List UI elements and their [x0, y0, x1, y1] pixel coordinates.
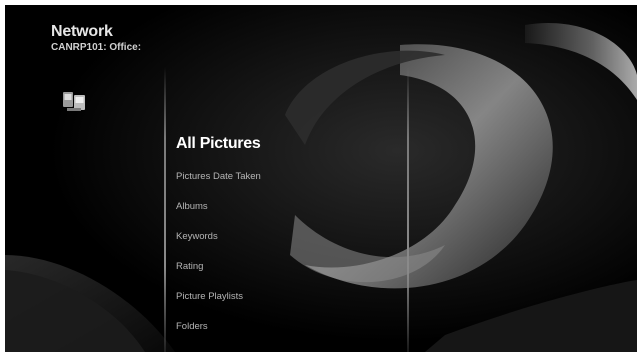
media-browser-screen: Network CANRP101: Office: All Pictures P… [5, 5, 637, 352]
background-swirl [5, 5, 637, 352]
menu-item-picture-playlists[interactable]: Picture Playlists [176, 287, 261, 317]
divider-right [407, 67, 409, 352]
picture-library-menu: All Pictures Pictures Date Taken Albums … [176, 133, 261, 347]
divider-left [164, 67, 166, 352]
menu-item-folders[interactable]: Folders [176, 317, 261, 347]
menu-item-rating[interactable]: Rating [176, 257, 261, 287]
location-header: Network CANRP101: Office: [51, 23, 141, 54]
network-computers-icon [63, 92, 85, 111]
menu-item-all-pictures[interactable]: All Pictures [176, 133, 261, 167]
page-title: Network [51, 23, 113, 40]
menu-item-keywords[interactable]: Keywords [176, 227, 261, 257]
menu-item-albums[interactable]: Albums [176, 197, 261, 227]
menu-item-pictures-date-taken[interactable]: Pictures Date Taken [176, 167, 261, 197]
location-subtitle: CANRP101: Office: [51, 42, 142, 53]
